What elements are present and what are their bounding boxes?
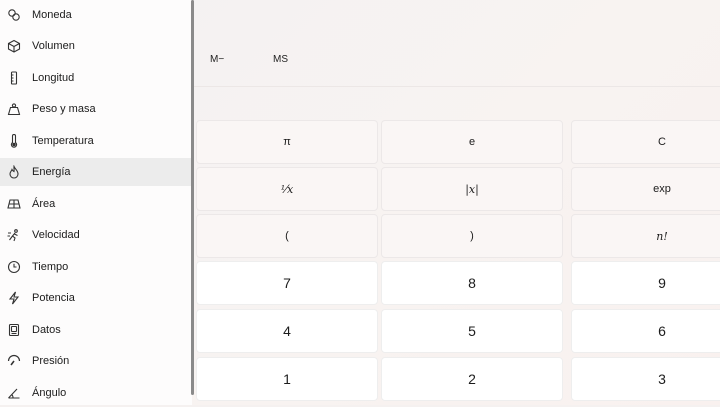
digit-9-button[interactable]: 9 <box>571 261 720 305</box>
sidebar-item-datos[interactable]: Datos <box>0 316 192 344</box>
digit-6-button[interactable]: 6 <box>571 309 720 353</box>
flame-icon <box>7 165 21 179</box>
divider <box>193 86 720 87</box>
weight-icon <box>7 102 21 116</box>
digit-4-button[interactable]: 4 <box>196 309 378 353</box>
cube-icon <box>7 39 21 53</box>
gauge-icon <box>7 354 21 368</box>
sidebar-item-area[interactable]: Área <box>0 190 192 218</box>
digit-2-button[interactable]: 2 <box>381 357 563 401</box>
currency-icon <box>7 8 21 22</box>
sidebar-item-label: Velocidad <box>32 229 80 241</box>
digit-1-label: 1 <box>283 371 291 387</box>
e-label: e <box>468 136 476 148</box>
digit-1-button[interactable]: 1 <box>196 357 378 401</box>
sidebar-item-potencia[interactable]: Potencia <box>0 284 192 312</box>
reciprocal-label: ¹⁄x <box>280 182 294 196</box>
digit-6-label: 6 <box>658 323 666 339</box>
sidebar-item-label: Datos <box>32 324 61 336</box>
open-paren-button[interactable]: ( <box>196 214 378 258</box>
storage-icon <box>7 323 21 337</box>
digit-3-label: 3 <box>658 371 666 387</box>
sidebar-item-label: Potencia <box>32 292 75 304</box>
sidebar-item-label: Peso y masa <box>32 103 96 115</box>
pi-label: π <box>283 136 291 148</box>
sidebar-item-moneda[interactable]: Moneda <box>0 1 192 29</box>
lightning-icon <box>7 291 21 305</box>
digit-9-label: 9 <box>658 275 666 291</box>
memory-bar: M− MS <box>193 40 720 86</box>
pi-button[interactable]: π <box>196 120 378 164</box>
sidebar-item-energia[interactable]: Energía <box>0 158 192 186</box>
sidebar-item-peso-y-masa[interactable]: Peso y masa <box>0 95 192 123</box>
sidebar-item-label: Energía <box>32 166 71 178</box>
clear-label: C <box>658 136 666 148</box>
factorial-button[interactable]: n! <box>571 214 720 258</box>
absolute-value-label: |x| <box>465 182 479 196</box>
digit-4-label: 4 <box>283 323 291 339</box>
sidebar-item-angulo[interactable]: Ángulo <box>0 379 192 407</box>
digit-8-button[interactable]: 8 <box>381 261 563 305</box>
sidebar-item-velocidad[interactable]: Velocidad <box>0 221 192 249</box>
sidebar-item-presion[interactable]: Presión <box>0 347 192 375</box>
sidebar-item-label: Longitud <box>32 72 75 84</box>
sidebar-item-label: Temperatura <box>32 135 94 147</box>
open-paren-label: ( <box>285 230 289 242</box>
digit-7-button[interactable]: 7 <box>196 261 378 305</box>
grid-icon <box>7 197 21 211</box>
sidebar-item-tiempo[interactable]: Tiempo <box>0 253 192 281</box>
sidebar-item-label: Moneda <box>32 9 72 21</box>
factorial-label: n! <box>656 229 668 243</box>
absolute-value-button[interactable]: |x| <box>381 167 563 211</box>
sidebar-item-label: Área <box>32 198 56 210</box>
exp-button[interactable]: exp <box>571 167 720 211</box>
sidebar-item-label: Volumen <box>32 40 75 52</box>
converter-sidebar: Moneda Volumen Longitud Peso y masa Temp… <box>0 0 192 405</box>
digit-7-label: 7 <box>283 275 291 291</box>
sidebar-item-label: Ángulo <box>32 387 67 399</box>
digit-5-label: 5 <box>468 323 476 339</box>
sidebar-item-temperatura[interactable]: Temperatura <box>0 127 192 155</box>
clear-button[interactable]: C <box>571 120 720 164</box>
digit-5-button[interactable]: 5 <box>381 309 563 353</box>
digit-2-label: 2 <box>468 371 476 387</box>
exp-label: exp <box>653 183 671 195</box>
thermometer-icon <box>7 134 21 148</box>
sidebar-item-label: Tiempo <box>32 261 69 273</box>
close-paren-label: ) <box>470 230 474 242</box>
digit-8-label: 8 <box>468 275 476 291</box>
reciprocal-button[interactable]: ¹⁄x <box>196 167 378 211</box>
memory-subtract-button[interactable]: M− <box>210 54 224 65</box>
ruler-icon <box>7 71 21 85</box>
digit-3-button[interactable]: 3 <box>571 357 720 401</box>
sidebar-item-longitud[interactable]: Longitud <box>0 64 192 92</box>
memory-store-button[interactable]: MS <box>273 54 288 65</box>
e-button[interactable]: e <box>381 120 563 164</box>
sidebar-item-label: Presión <box>32 355 70 367</box>
angle-icon <box>7 386 21 400</box>
clock-icon <box>7 260 21 274</box>
sidebar-item-volumen[interactable]: Volumen <box>0 32 192 60</box>
speed-icon <box>7 228 21 242</box>
sidebar-scrollbar[interactable] <box>191 0 194 395</box>
close-paren-button[interactable]: ) <box>381 214 563 258</box>
